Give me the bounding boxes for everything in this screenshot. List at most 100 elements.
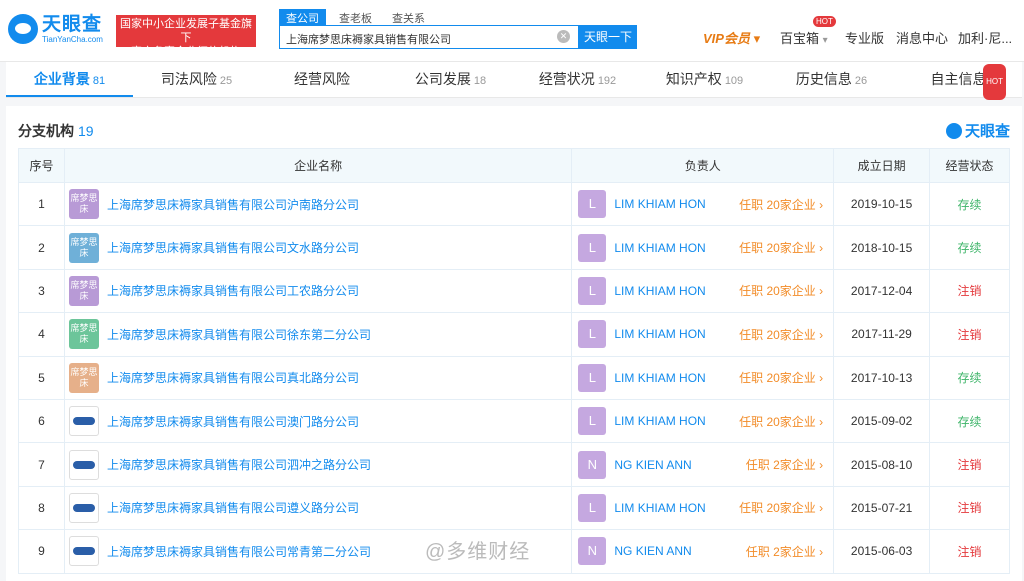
tab-self-info[interactable]: 自主信息 HOT [895,62,1022,100]
row-index: 2 [18,225,65,270]
tab-enterprise-background[interactable]: 企业背景 81 [6,62,133,97]
tab-operating-status[interactable]: 经营状况 192 [514,62,641,97]
user-menu[interactable]: 加利·尼... [958,28,1012,47]
person-name-link[interactable]: LIM KHIAM HON [614,327,705,341]
pro-version-link[interactable]: 专业版 [845,28,884,47]
company-name-link[interactable]: 上海席梦思床褥家具销售有限公司徐东第二分公司 [107,326,371,343]
status-badge: 注销 [929,442,1010,487]
company-name-link[interactable]: 上海席梦思床褥家具销售有限公司遵义路分公司 [107,499,359,516]
chevron-right-icon: › [819,371,824,386]
section-tabs: 企业背景 81 司法风险 25 经营风险 公司发展 18 经营状况 192 知识产权 10… [6,62,1022,100]
table-row[interactable]: 1 席梦思床 上海席梦思床褥家具销售有限公司沪南路分公司 L LIM KHIAM HON… [18,181,1010,227]
positions-link[interactable]: 任职 20家企业 › [739,413,823,430]
status-badge: 存续 [929,355,1010,400]
positions-link[interactable]: 任职 20家企业 › [739,196,823,213]
company-logo: 席梦思床 [68,232,99,263]
positions-link[interactable]: 任职 20家企业 › [739,369,823,386]
status-badge: 存续 [929,398,1010,444]
company-logo: 席梦思床 [68,189,99,220]
positions-link[interactable]: 任职 20家企业 › [739,326,823,343]
row-index: 8 [18,485,65,531]
person-name-link[interactable]: LIM KHIAM HON [614,371,705,385]
tab-history[interactable]: 历史信息 26 [768,62,895,97]
person-name-link[interactable]: LIM KHIAM HON [614,284,705,298]
positions-link[interactable]: 任职 20家企业 › [739,282,823,299]
company-name-link[interactable]: 上海席梦思床褥家具销售有限公司真北路分公司 [107,369,359,386]
positions-link[interactable]: 任职 2家企业 › [746,456,823,473]
person-name-link[interactable]: NG KIEN ANN [614,544,691,558]
established-date: 2017-12-04 [833,268,931,314]
status-badge: 存续 [929,225,1010,270]
chevron-right-icon: › [819,501,824,516]
table-row[interactable]: 3 席梦思床 上海席梦思床褥家具销售有限公司工农路分公司 L LIM KHIAM HON… [18,268,1010,314]
established-date: 2015-08-10 [833,442,931,487]
person-avatar: L [578,276,607,305]
logo-title: 天眼查 [42,13,103,35]
person-name-link[interactable]: NG KIEN ANN [614,458,691,472]
company-logo [68,449,99,480]
message-center-link[interactable]: 消息中心 [896,28,948,47]
logo-image-icon [72,547,95,556]
panel-title: 分支机构 19 [18,123,94,139]
status-badge: 注销 [929,529,1010,574]
logo-image-icon [72,503,95,512]
logo-image-icon [72,417,95,426]
person-name-link[interactable]: LIM KHIAM HON [614,241,705,255]
tab-operating-risk[interactable]: 经营风险 [260,62,387,97]
chevron-right-icon: › [819,327,824,342]
toolbox-menu[interactable]: 百宝箱 ▾ [780,28,828,47]
person-name-link[interactable]: LIM KHIAM HON [614,414,705,428]
positions-link[interactable]: 任职 20家企业 › [739,239,823,256]
eye-icon [945,122,962,139]
company-name-link[interactable]: 上海席梦思床褥家具销售有限公司泗冲之路分公司 [107,456,371,473]
positions-link[interactable]: 任职 20家企业 › [739,499,823,516]
vip-member-link[interactable]: VIP会员 ▾ [703,28,760,47]
panel-brand-logo: 天眼查 [945,120,1010,141]
table-row[interactable]: 6 上海席梦思床褥家具销售有限公司澳门路分公司 L LIM KHIAM HON 任职 2… [18,398,1010,444]
top-header: 天眼查 TianYanCha.com 国家中小企业发展子基金旗下 官方备案企业征… [0,0,1024,62]
person-avatar: N [578,537,607,566]
tab-intellectual-property[interactable]: 知识产权 109 [641,62,768,97]
company-name-link[interactable]: 上海席梦思床褥家具销售有限公司工农路分公司 [107,282,359,299]
company-name-link[interactable]: 上海席梦思床褥家具销售有限公司文水路分公司 [107,239,359,256]
person-name-link[interactable]: LIM KHIAM HON [614,501,705,515]
col-header-person: 负责人 [571,148,835,183]
tab-company-development[interactable]: 公司发展 18 [387,62,514,97]
chevron-down-icon: ▾ [822,35,828,46]
chevron-right-icon: › [819,458,824,473]
official-badge[interactable]: 国家中小企业发展子基金旗下 官方备案企业征信机构 [116,15,256,58]
positions-link[interactable]: 任职 2家企业 › [746,543,823,560]
company-logo [68,406,99,437]
table-row[interactable]: 8 上海席梦思床褥家具销售有限公司遵义路分公司 L LIM KHIAM HON 任职 2… [18,485,1010,531]
col-header-company: 企业名称 [63,148,573,183]
chevron-right-icon: › [819,544,824,559]
search-input[interactable]: 上海席梦思床褥家具销售有限公司 [279,25,579,49]
person-name-link[interactable]: LIM KHIAM HON [614,197,705,211]
col-header-date: 成立日期 [833,148,931,183]
person-avatar: L [578,493,607,522]
row-index: 1 [18,181,65,227]
status-badge: 注销 [929,268,1010,314]
tab-judicial-risk[interactable]: 司法风险 25 [133,62,260,97]
chevron-right-icon: › [819,197,824,212]
table-row[interactable]: 7 上海席梦思床褥家具销售有限公司泗冲之路分公司 N NG KIEN ANN 任职 2家… [18,442,1010,487]
company-name-link[interactable]: 上海席梦思床褥家具销售有限公司澳门路分公司 [107,413,359,430]
site-logo[interactable]: 天眼查 TianYanCha.com [8,14,103,44]
established-date: 2017-10-13 [833,355,931,400]
table-row[interactable]: 4 席梦思床 上海席梦思床褥家具销售有限公司徐东第二分公司 L LIM KHIAM HO… [18,312,1010,357]
row-index: 9 [18,529,65,574]
table-row[interactable]: 5 席梦思床 上海席梦思床褥家具销售有限公司真北路分公司 L LIM KHIAM HON… [18,355,1010,400]
table-row[interactable]: 2 席梦思床 上海席梦思床褥家具销售有限公司文水路分公司 L LIM KHIAM HON… [18,225,1010,270]
row-index: 3 [18,268,65,314]
person-avatar: L [578,320,607,349]
clear-icon[interactable]: ✕ [557,30,570,43]
status-badge: 注销 [929,485,1010,531]
established-date: 2015-09-02 [833,398,931,444]
search-button[interactable]: 天眼一下 [579,25,637,49]
company-name-link[interactable]: 上海席梦思床褥家具销售有限公司沪南路分公司 [107,196,359,213]
hot-badge: HOT [813,16,836,27]
company-logo [68,492,99,523]
eye-icon [8,14,38,44]
company-name-link[interactable]: 上海席梦思床褥家具销售有限公司常青第二分公司 [107,543,371,560]
status-badge: 存续 [929,181,1010,227]
